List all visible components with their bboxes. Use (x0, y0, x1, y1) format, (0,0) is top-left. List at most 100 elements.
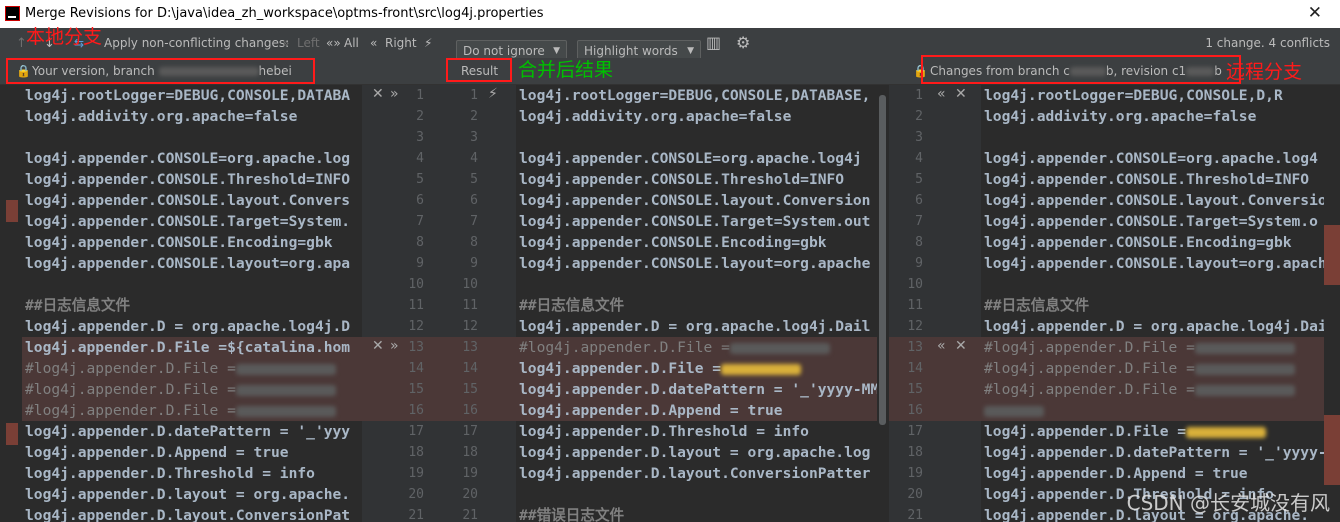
line-number: 20 (408, 487, 424, 502)
line-number: 16 (462, 403, 478, 418)
code-text: log4j.addivity.org.apache=false (25, 108, 298, 125)
code-text: log4j.appender.CONSOLE.Threshold=INFO (519, 171, 845, 188)
line-number: 21 (462, 508, 478, 522)
line-number: 13 (462, 340, 478, 355)
code-text: log4j.appender.CONSOLE.layout.Conversio (984, 192, 1324, 209)
line-number: 4 (470, 151, 478, 166)
line-number: 16 (408, 403, 424, 418)
code-line: log4j.appender.D.Append = true (22, 442, 362, 463)
layout-columns-icon[interactable]: ▥ (706, 33, 721, 52)
code-line: log4j.appender.D.layout = org.apache.log (516, 442, 878, 463)
code-text: log4j.rootLogger=DEBUG,CONSOLE,D,R (984, 87, 1283, 104)
code-text: log4j.appender.CONSOLE.Target=System.out (519, 213, 871, 230)
line-number: 2 (915, 109, 923, 124)
change-marker (6, 423, 18, 445)
code-line: log4j.appender.D = org.apache.log4j.D (22, 316, 362, 337)
reject-change-icon[interactable]: ✕ (955, 86, 967, 102)
code-line: log4j.addivity.org.apache=false (516, 106, 878, 127)
result-scrollbar[interactable] (877, 85, 889, 522)
annotation-box-result (446, 58, 512, 82)
result-editor-pane[interactable]: log4j.rootLogger=DEBUG,CONSOLE,DATABASE,… (516, 85, 878, 522)
line-number: 3 (416, 130, 424, 145)
code-line: log4j.appender.CONSOLE=org.apache.log4j (516, 148, 878, 169)
code-text: log4j.appender.D = org.apache.log4j.Dai (984, 318, 1324, 335)
code-text: ##日志信息文件 (519, 297, 625, 314)
line-number: 12 (462, 319, 478, 334)
code-text: #log4j.appender.D.File = (984, 360, 1195, 377)
line-number: 6 (470, 193, 478, 208)
apply-change-icon[interactable]: » (390, 86, 399, 102)
line-number: 3 (470, 130, 478, 145)
window-title: Merge Revisions for D:\java\idea_zh_work… (25, 6, 544, 21)
line-number: 13 (907, 340, 923, 355)
code-line-conflict: log4j.appender.D.Append = true (516, 400, 878, 421)
apply-change-icon[interactable]: « (937, 338, 946, 354)
code-text: log4j.appender.CONSOLE=org.apache.log4 (984, 150, 1318, 167)
code-text: ##错误日志文件 (519, 507, 625, 522)
code-text: log4j.appender.CONSOLE.Encoding=gbk (984, 234, 1292, 251)
magic-wand-icon[interactable]: ⚡ (424, 36, 432, 50)
annotation-local-branch: 本地分支 (26, 26, 103, 48)
code-text: ##日志信息文件 (984, 297, 1090, 314)
code-text: log4j.appender.CONSOLE=org.apache.log (25, 150, 351, 167)
code-line-conflict: #log4j.appender.D.File = (516, 337, 878, 358)
resolve-conflict-icon[interactable]: ⚡ (488, 86, 498, 102)
redacted-text (729, 342, 830, 354)
code-text: log4j.appender.D = org.apache.log4j.D (25, 318, 351, 335)
line-number: 2 (470, 109, 478, 124)
apply-all-icon[interactable]: «» (326, 36, 341, 50)
title-bar: Merge Revisions for D:\java\idea_zh_work… (0, 0, 1340, 28)
code-text: log4j.appender.CONSOLE.Encoding=gbk (519, 234, 827, 251)
code-line: log4j.appender.D.layout = org.apache. (22, 484, 362, 505)
reject-change-icon[interactable]: ✕ (372, 86, 384, 102)
code-line: log4j.appender.D.datePattern = '_'yyy (22, 421, 362, 442)
apply-right-icon[interactable]: « (370, 36, 377, 50)
code-text: log4j.appender.CONSOLE.Threshold=INFO (984, 171, 1310, 188)
code-text: log4j.appender.CONSOLE.Encoding=gbk (25, 234, 333, 251)
right-change-markers (1324, 85, 1340, 522)
code-line: log4j.rootLogger=DEBUG,CONSOLE,D,R (981, 85, 1324, 106)
line-number: 12 (907, 319, 923, 334)
line-number: 2 (416, 109, 424, 124)
apply-left-button[interactable]: Left (297, 36, 320, 50)
scrollbar-thumb[interactable] (879, 95, 886, 425)
left-editor-pane[interactable]: log4j.rootLogger=DEBUG,CONSOLE,DATABA lo… (22, 85, 362, 522)
right-editor-pane[interactable]: log4j.rootLogger=DEBUG,CONSOLE,D,R log4j… (981, 85, 1324, 522)
apply-all-button[interactable]: All (344, 36, 359, 50)
right-line-numbers: 1 2 3 4 5 6 7 8 9 10 11 12 13 14 15 16 17 18 19 20 21 (889, 85, 929, 522)
code-text: log4j.appender.D.layout = org.apache.log (519, 444, 871, 461)
apply-non-conflicting-label: Apply non-conflicting changes: (104, 36, 290, 50)
annotation-box-local (6, 58, 315, 84)
line-number: 11 (408, 298, 424, 313)
reject-change-icon[interactable]: ✕ (955, 338, 967, 354)
code-text: #log4j.appender.D.File = (519, 339, 730, 356)
apply-change-icon[interactable]: « (937, 86, 946, 102)
line-number: 18 (907, 445, 923, 460)
code-text: log4j.appender.D.layout = org.apache. (25, 486, 351, 503)
code-line: log4j.appender.CONSOLE.layout.Convers (22, 190, 362, 211)
line-number: 15 (462, 382, 478, 397)
code-line-conflict: log4j.appender.D.File = (516, 358, 878, 379)
line-number: 6 (915, 193, 923, 208)
watermark: CSDN @长安城没有风 (1126, 491, 1330, 515)
code-text: #log4j.appender.D.File = (25, 402, 236, 419)
apply-right-button[interactable]: Right (385, 36, 417, 50)
annotation-box-remote (921, 55, 1241, 84)
line-number: 7 (915, 214, 923, 229)
code-line: log4j.appender.CONSOLE.Threshold=INFO (981, 169, 1324, 190)
annotation-remote-branch: 远程分支 (1226, 61, 1303, 83)
code-text: log4j.appender.CONSOLE.layout.Convers (25, 192, 351, 209)
line-number: 21 (907, 508, 923, 522)
reject-change-icon[interactable]: ✕ (372, 338, 384, 354)
gear-icon[interactable]: ⚙ (736, 33, 750, 52)
close-window-button[interactable]: ✕ (1308, 3, 1322, 23)
apply-left-icon[interactable]: » (282, 36, 289, 50)
code-line: log4j.appender.D = org.apache.log4j.Dai (981, 316, 1324, 337)
code-line: log4j.appender.CONSOLE.layout.Conversion (516, 190, 878, 211)
code-text: log4j.appender.D.Append = true (25, 444, 289, 461)
line-number: 5 (915, 172, 923, 187)
annotation-merged-result: 合并后结果 (518, 59, 614, 81)
apply-change-icon[interactable]: » (390, 338, 399, 354)
